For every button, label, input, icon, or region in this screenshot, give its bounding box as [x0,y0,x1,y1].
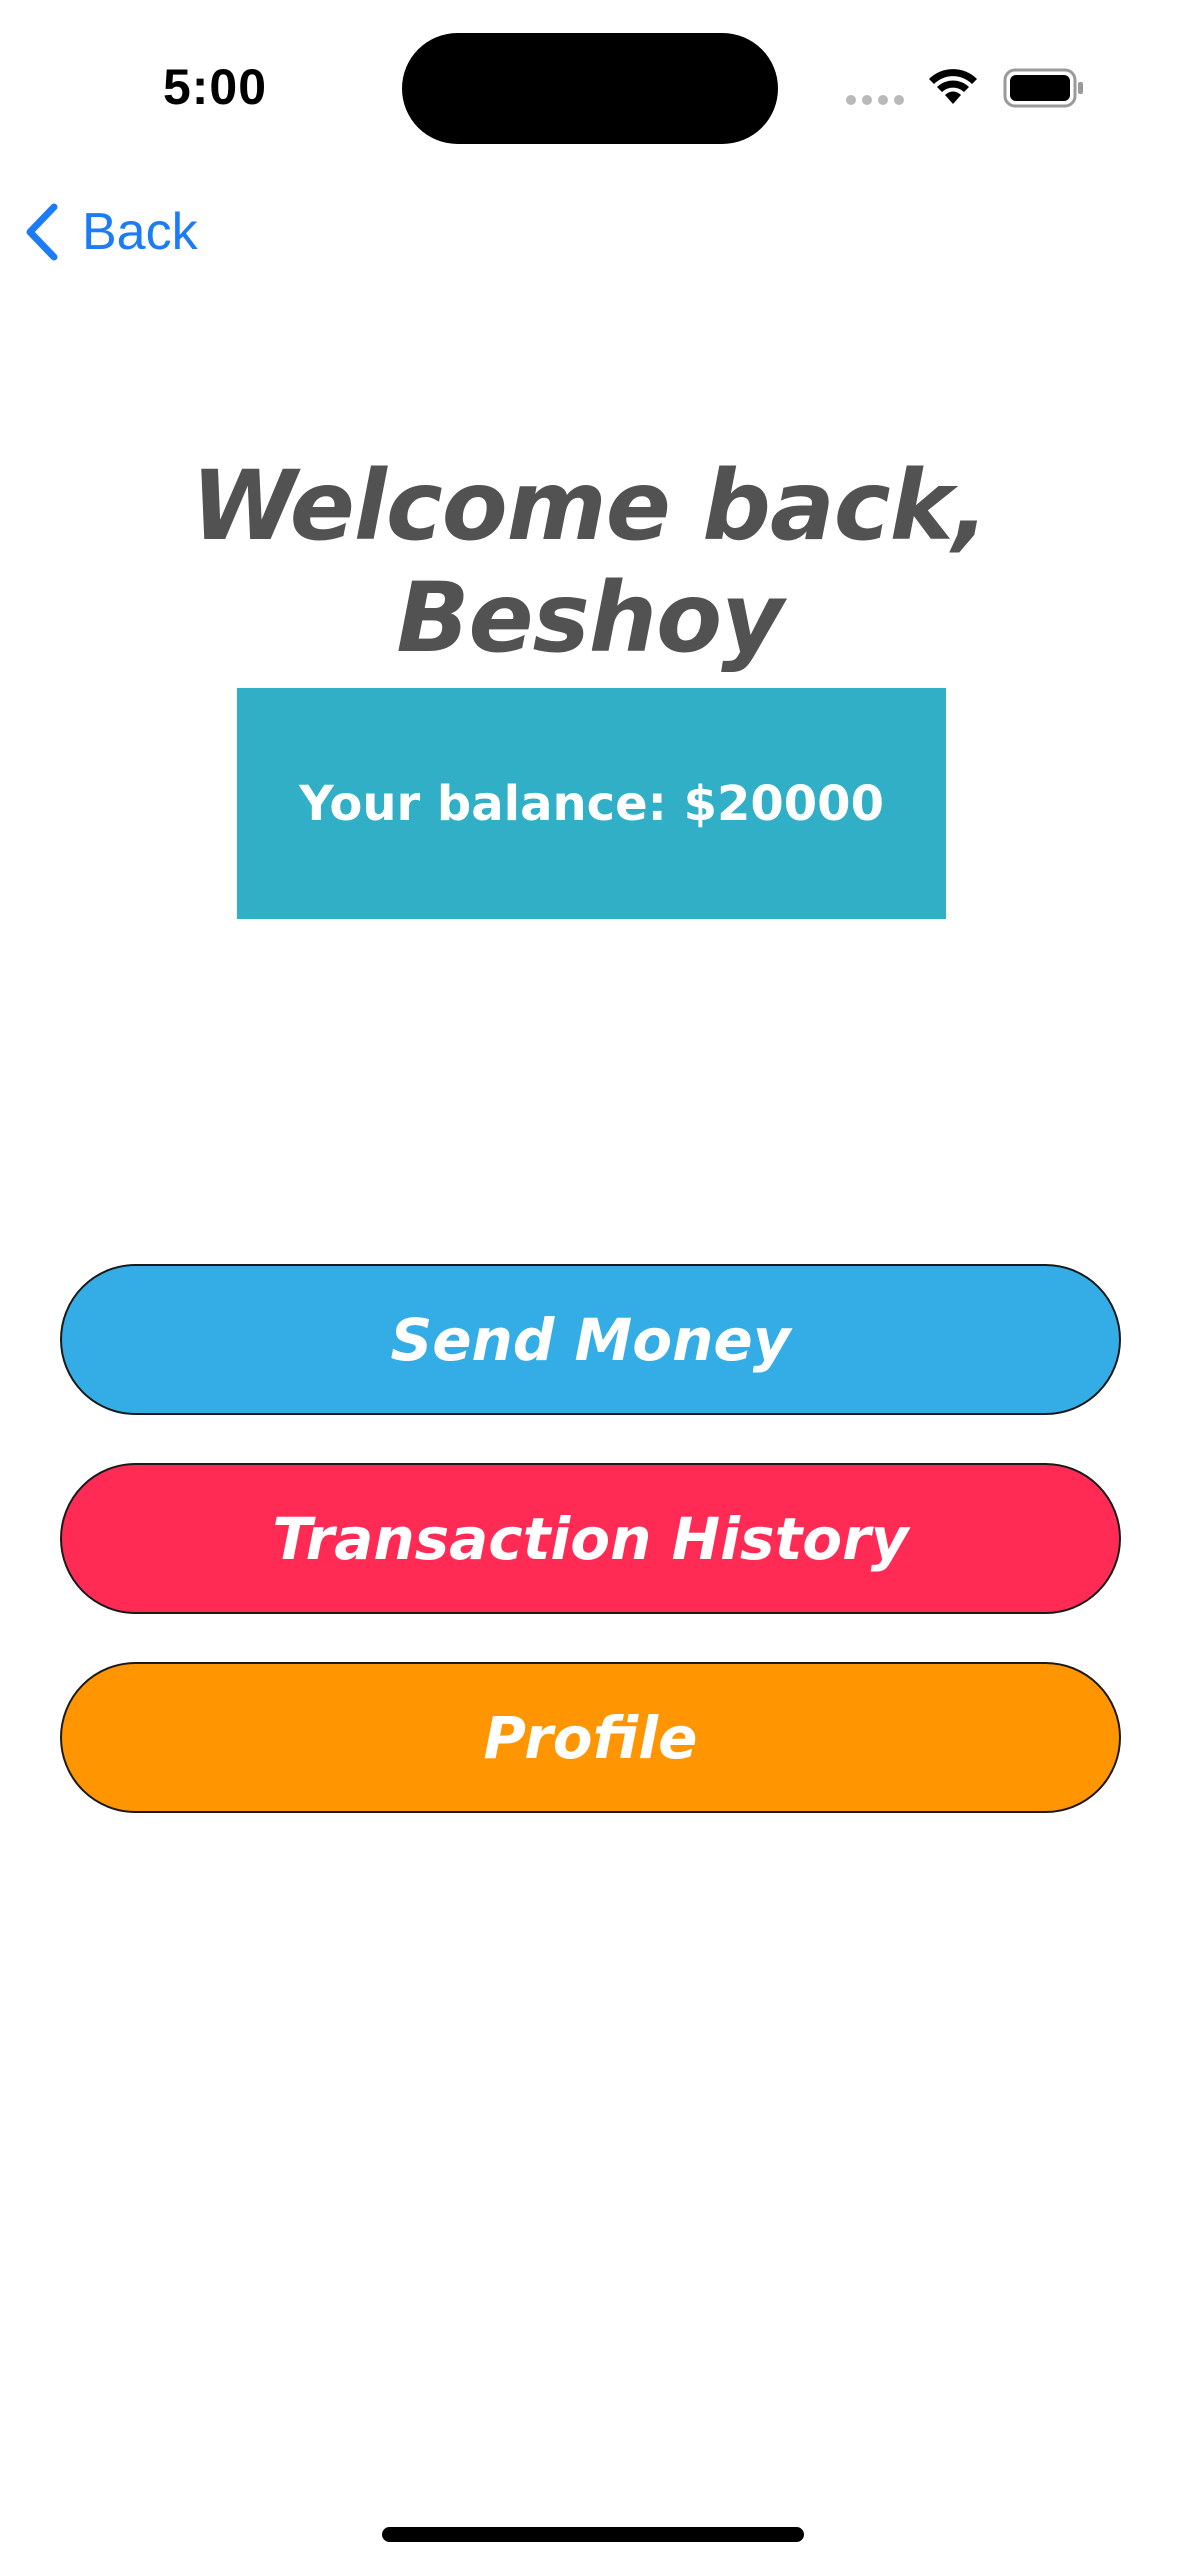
send-money-button[interactable]: Send Money [60,1264,1121,1415]
status-bar-time: 5:00 [162,59,268,115]
transaction-history-button[interactable]: Transaction History [60,1463,1121,1614]
transaction-history-label: Transaction History [272,1504,909,1573]
dynamic-island [402,33,778,144]
balance-card: Your balance: $20000 [237,688,946,919]
battery-icon [1003,68,1083,108]
home-indicator[interactable] [382,2527,804,2542]
balance-text: Your balance: $20000 [299,775,884,832]
page-title: Welcome back, Beshoy [191,450,989,674]
profile-button[interactable]: Profile [60,1662,1121,1813]
cellular-signal-icon [846,95,904,105]
wifi-icon [929,69,977,104]
profile-label: Profile [483,1703,698,1772]
chevron-left-icon [26,203,58,261]
back-label: Back [82,203,198,261]
back-button[interactable]: Back [24,192,198,272]
send-money-label: Send Money [390,1305,791,1374]
